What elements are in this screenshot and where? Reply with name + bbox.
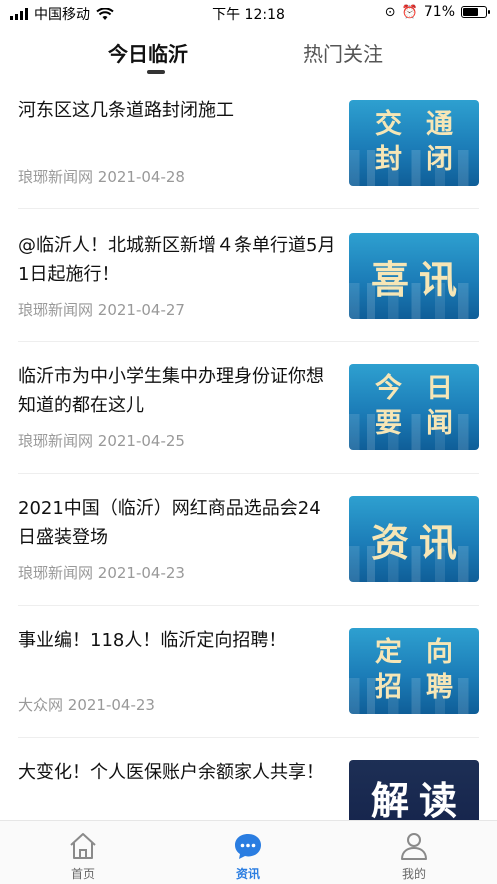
nav-news[interactable]: 资讯 [198,821,298,884]
thumb-char: 招 [375,672,402,703]
status-bar: 中国移动 下午 12:18 ⊙ ⏰ 71% [0,0,497,26]
user-icon [401,833,427,860]
thumb-char: 封 [375,144,402,175]
news-thumbnail: 今 日 要 闻 [349,364,479,450]
nav-news-label: 资讯 [235,867,260,881]
news-title: 事业编！118人！临沂定向招聘！ [18,630,287,651]
nav-profile[interactable]: 我的 [364,821,464,884]
thumb-char: 闻 [426,408,453,439]
news-title: 河东区这几条道路封闭施工 [18,100,234,121]
news-meta: 琅琊新闻网 2021-04-28 [18,166,185,187]
tab-hot-topics[interactable]: 热门关注 [303,38,383,67]
thumb-char: 聘 [426,672,453,703]
orientation-lock-icon: ⊙ [384,4,396,20]
battery-percent: 71% [423,4,455,20]
news-thumbnail: 定 向 招 聘 [349,628,479,714]
thumb-char: 要 [375,408,402,439]
thumb-char: 讯 [419,519,458,565]
news-date: 2021-04-28 [97,168,185,186]
news-title: 临沂市为中小学生集中办理身份证你想知道的都在这儿 [18,366,324,416]
news-meta: 琅琊新闻网 2021-04-23 [18,562,185,583]
news-item[interactable]: 河东区这几条道路封闭施工 琅琊新闻网 2021-04-28 交 通 封 闭 [0,86,497,208]
news-date: 2021-04-27 [97,301,185,319]
news-item[interactable]: @临沂人！北城新区新增４条单行道5月1日起施行！ 琅琊新闻网 2021-04-2… [0,209,497,341]
news-item[interactable]: 临沂市为中小学生集中办理身份证你想知道的都在这儿 琅琊新闻网 2021-04-2… [0,342,497,474]
thumb-char: 讯 [419,256,458,302]
news-meta: 琅琊新闻网 2021-04-27 [18,299,185,320]
thumb-char: 喜 [370,256,409,302]
nav-home-label: 首页 [70,867,95,881]
chat-bubble-icon [235,834,261,859]
home-icon [70,833,96,859]
thumb-char: 闭 [426,144,453,175]
news-date: 2021-04-23 [67,696,155,714]
alarm-icon: ⏰ [401,4,418,20]
thumb-char: 交 [375,109,402,140]
news-date: 2021-04-23 [97,564,185,582]
news-thumbnail: 资 讯 [349,496,479,582]
thumb-char: 日 [426,373,453,404]
news-source: 琅琊新闻网 [18,168,94,186]
thumb-char: 通 [426,109,453,140]
news-date: 2021-04-25 [97,432,185,450]
news-title: @临沂人！北城新区新增４条单行道5月1日起施行！ [18,235,336,285]
thumb-char: 读 [419,778,458,820]
news-title: 大变化！个人医保账户余额家人共享！ [18,762,324,783]
news-meta: 琅琊新闻网 2021-04-25 [18,430,185,451]
news-source: 琅琊新闻网 [18,432,94,450]
news-title: 2021中国（临沂）网红商品选品会24日盛装登场 [18,498,321,548]
thumb-char: 解 [370,778,409,820]
thumb-char: 定 [375,637,402,668]
news-thumbnail: 解 读 [349,760,479,820]
thumb-char: 资 [370,519,409,565]
tab-today-linyi[interactable]: 今日临沂 [108,38,188,67]
news-item[interactable]: 事业编！118人！临沂定向招聘！ 大众网 2021-04-23 定 向 招 聘 [0,606,497,738]
news-feed[interactable]: 河东区这几条道路封闭施工 琅琊新闻网 2021-04-28 交 通 封 闭 @临… [0,86,497,820]
news-thumbnail: 喜 讯 [349,233,479,319]
news-source: 琅琊新闻网 [18,301,94,319]
news-source: 大众网 [18,696,64,714]
news-item[interactable]: 大变化！个人医保账户余额家人共享！ 解 读 [0,738,497,820]
nav-home[interactable]: 首页 [33,821,133,884]
thumb-char: 今 [375,373,402,404]
news-meta: 大众网 2021-04-23 [18,694,155,715]
news-item[interactable]: 2021中国（临沂）网红商品选品会24日盛装登场 琅琊新闻网 2021-04-2… [0,474,497,606]
top-tabs: 今日临沂 热门关注 [0,34,497,80]
bottom-nav: 首页 资讯 我的 [0,820,497,884]
thumb-char: 向 [426,637,453,668]
news-source: 琅琊新闻网 [18,564,94,582]
news-thumbnail: 交 通 封 闭 [349,100,479,186]
tab-active-indicator [147,70,165,74]
nav-profile-label: 我的 [401,867,426,881]
battery-icon [461,6,490,18]
